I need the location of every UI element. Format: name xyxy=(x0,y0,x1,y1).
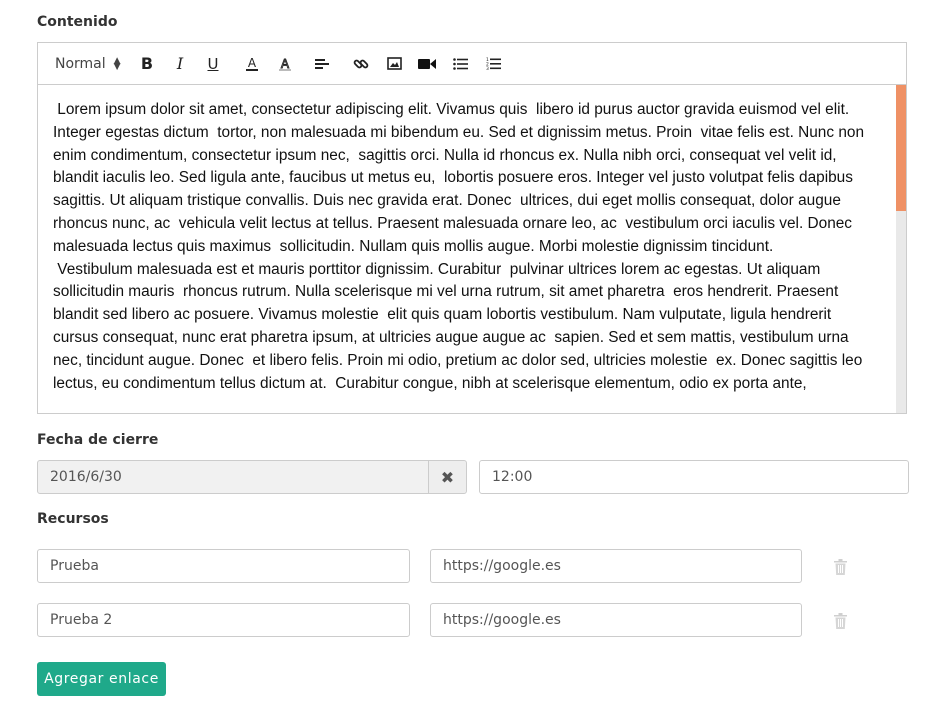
resource-name-field-2[interactable]: Prueba 2 xyxy=(37,603,410,637)
bold-icon[interactable]: B xyxy=(133,52,161,76)
ordered-list-icon[interactable]: 123 xyxy=(479,52,507,76)
close-icon: ✖ xyxy=(440,467,455,487)
link-icon[interactable] xyxy=(347,52,375,76)
format-select-value: Normal xyxy=(55,55,106,72)
clear-date-button[interactable]: ✖ xyxy=(428,460,467,494)
closing-date-label: Fecha de cierre xyxy=(37,432,159,448)
italic-icon[interactable]: I xyxy=(166,52,194,76)
closing-date-field[interactable]: 2016/6/30 xyxy=(37,460,429,494)
rich-text-editor[interactable]: Normal ▲ ▼ B I U A A 123 Lorem ipsum dol… xyxy=(37,42,907,414)
text-color-icon[interactable]: A xyxy=(238,52,266,76)
select-arrows-icon: ▲ ▼ xyxy=(113,55,121,72)
editor-paragraph-2: Vestibulum malesuada est et mauris portt… xyxy=(53,260,867,392)
video-icon[interactable] xyxy=(413,52,441,76)
bullet-list-icon[interactable] xyxy=(446,52,474,76)
closing-time-field[interactable]: 12:00 xyxy=(479,460,909,494)
content-label: Contenido xyxy=(37,14,118,30)
resources-label: Recursos xyxy=(37,511,109,527)
resource-name-field-1[interactable]: Prueba xyxy=(37,549,410,583)
svg-text:3: 3 xyxy=(486,66,489,71)
editor-content[interactable]: Lorem ipsum dolor sit amet, consectetur … xyxy=(38,85,906,413)
svg-text:A: A xyxy=(281,57,290,71)
add-link-button[interactable]: Agregar enlace xyxy=(37,662,166,696)
trash-icon[interactable] xyxy=(832,612,848,630)
resource-url-field-2[interactable]: https://google.es xyxy=(430,603,802,637)
trash-icon[interactable] xyxy=(832,558,848,576)
svg-text:A: A xyxy=(248,56,257,70)
editor-paragraph-1: Lorem ipsum dolor sit amet, consectetur … xyxy=(53,101,869,255)
align-left-icon[interactable] xyxy=(308,52,336,76)
format-select[interactable]: Normal ▲ ▼ xyxy=(55,56,133,72)
editor-scrollbar-thumb[interactable] xyxy=(896,85,906,211)
background-color-icon[interactable]: A xyxy=(271,52,299,76)
editor-toolbar: Normal ▲ ▼ B I U A A 123 xyxy=(38,43,906,85)
underline-icon[interactable]: U xyxy=(199,52,227,76)
image-icon[interactable] xyxy=(380,52,408,76)
resource-url-field-1[interactable]: https://google.es xyxy=(430,549,802,583)
